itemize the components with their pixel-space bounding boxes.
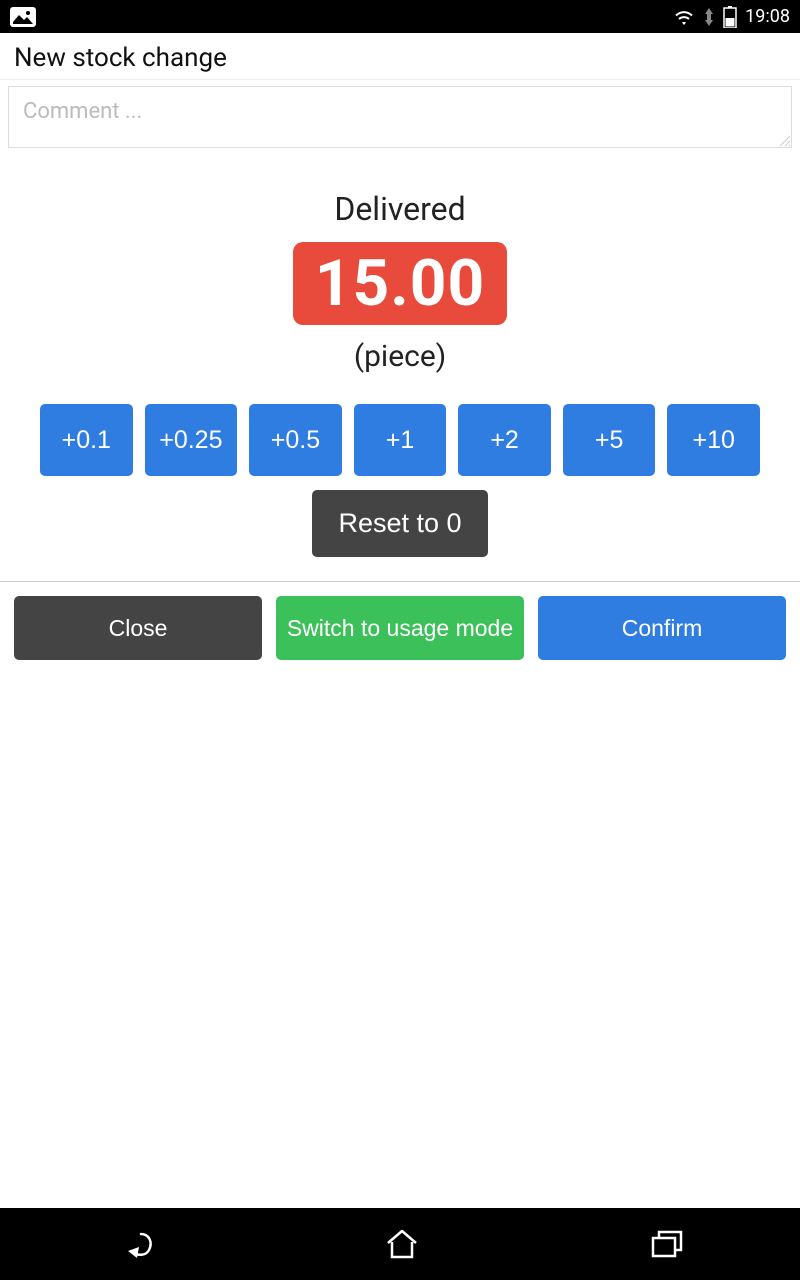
increment-button[interactable]: +0.1 — [40, 404, 133, 476]
home-button[interactable] — [354, 1218, 450, 1270]
confirm-button[interactable]: Confirm — [538, 596, 786, 660]
back-button[interactable] — [85, 1218, 185, 1270]
increment-button[interactable]: +0.25 — [145, 404, 238, 476]
status-time: 19:08 — [745, 6, 790, 27]
page-title: New stock change — [0, 33, 800, 80]
battery-icon — [723, 6, 737, 28]
data-icon — [703, 8, 715, 26]
delivered-label: Delivered — [0, 190, 800, 228]
status-bar: 19:08 — [0, 0, 800, 33]
delivered-block: Delivered 15.00 (piece) — [0, 190, 800, 374]
increment-button[interactable]: +1 — [354, 404, 447, 476]
increment-button[interactable]: +0.5 — [249, 404, 342, 476]
resize-grip-icon — [777, 133, 791, 147]
increment-button[interactable]: +10 — [667, 404, 760, 476]
comment-input[interactable] — [9, 87, 791, 143]
close-button[interactable]: Close — [14, 596, 262, 660]
comment-field-container — [8, 86, 792, 148]
recent-apps-button[interactable] — [619, 1218, 715, 1270]
navigation-bar — [0, 1208, 800, 1280]
wifi-icon — [673, 8, 695, 26]
reset-button[interactable]: Reset to 0 — [312, 490, 487, 557]
increment-row: +0.1 +0.25 +0.5 +1 +2 +5 +10 — [0, 404, 800, 476]
switch-mode-button[interactable]: Switch to usage mode — [276, 596, 524, 660]
back-icon — [115, 1228, 155, 1260]
picture-icon — [10, 7, 36, 27]
home-icon — [384, 1228, 420, 1260]
delivered-value[interactable]: 15.00 — [293, 242, 507, 325]
action-row: Close Switch to usage mode Confirm — [0, 582, 800, 674]
increment-button[interactable]: +2 — [458, 404, 551, 476]
increment-button[interactable]: +5 — [563, 404, 656, 476]
recent-apps-icon — [649, 1228, 685, 1260]
delivered-unit: (piece) — [0, 339, 800, 374]
